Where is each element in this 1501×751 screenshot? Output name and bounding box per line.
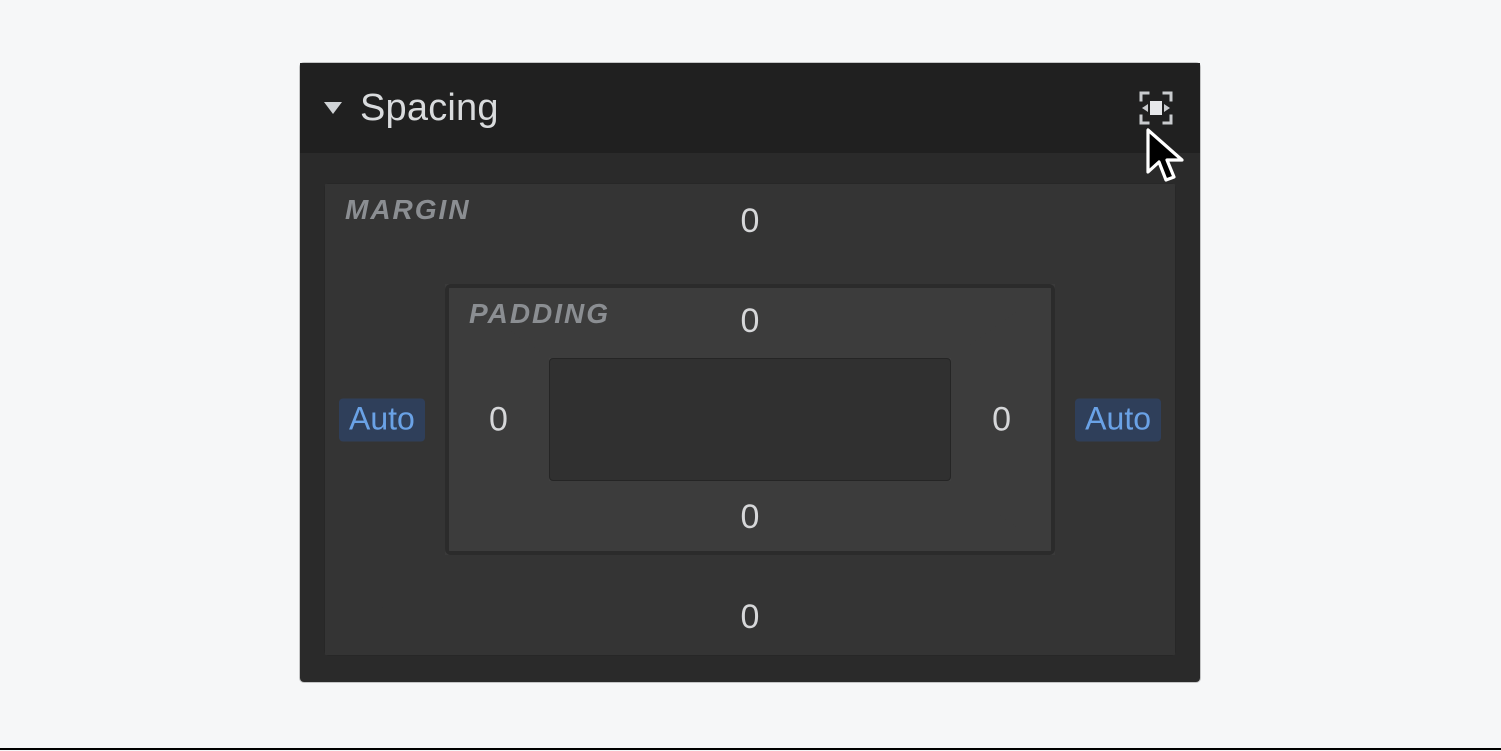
margin-top-value[interactable]: 0	[741, 202, 760, 241]
padding-box: PADDING 0 0 0 0	[445, 284, 1055, 555]
panel-title: Spacing	[360, 87, 499, 130]
panel-header: Spacing	[300, 63, 1200, 153]
collapse-icon[interactable]	[324, 102, 342, 114]
padding-label: PADDING	[469, 298, 610, 330]
margin-box: MARGIN 0 0 Auto Auto PADDING 0 0 0 0	[324, 183, 1176, 656]
padding-top-value[interactable]: 0	[741, 302, 760, 341]
padding-left-value[interactable]: 0	[489, 400, 508, 439]
margin-label: MARGIN	[345, 194, 471, 226]
spacing-panel: Spacing MARG	[300, 63, 1200, 682]
stage-divider	[0, 748, 1501, 750]
padding-right-value[interactable]: 0	[992, 400, 1011, 439]
spacing-body: MARGIN 0 0 Auto Auto PADDING 0 0 0 0	[300, 153, 1200, 682]
margin-left-value[interactable]: Auto	[339, 398, 425, 441]
margin-right-value[interactable]: Auto	[1075, 398, 1161, 441]
content-box	[549, 358, 951, 481]
auto-center-button[interactable]	[1136, 88, 1176, 128]
margin-bottom-value[interactable]: 0	[741, 598, 760, 637]
padding-bottom-value[interactable]: 0	[741, 498, 760, 537]
